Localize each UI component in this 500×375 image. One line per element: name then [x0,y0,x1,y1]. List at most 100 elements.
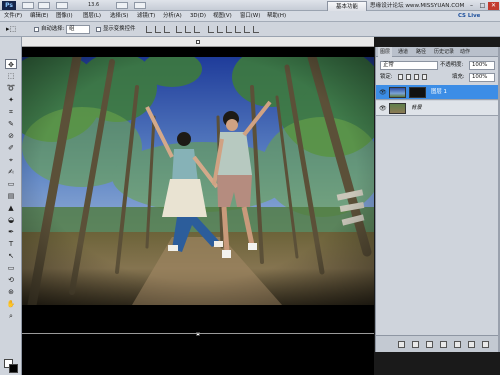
canvas-area[interactable] [22,47,374,375]
menu-view[interactable]: 视图(V) [213,11,232,22]
transform-handle-top[interactable] [196,40,200,44]
layers-panel-footer [376,335,499,352]
distribute-vcenter-icon[interactable] [217,26,223,33]
align-top-icon[interactable] [146,26,152,33]
align-vcenter-icon[interactable] [155,26,161,33]
auto-select-checkbox[interactable] [34,27,39,32]
menu-filter[interactable]: 滤镜(T) [137,11,155,22]
align-hcenter-icon[interactable] [185,26,191,33]
crop-tool-icon[interactable]: ⌗ [5,107,17,117]
fill-label: 填充: [452,74,465,80]
close-button[interactable]: ✕ [488,2,499,10]
layer-name[interactable]: 背景 [411,104,422,113]
3d-orbit-tool-icon[interactable]: ⊛ [5,287,17,297]
cs-live-button[interactable]: CS Live [458,11,480,22]
link-layers-icon[interactable] [398,341,405,348]
hand-tool-icon[interactable]: ✋ [5,299,17,309]
brush-tool-icon[interactable]: ✐ [5,143,17,153]
clone-stamp-tool-icon[interactable]: ⌖ [5,155,17,165]
3d-rotate-tool-icon[interactable]: ⟲ [5,275,17,285]
menu-analysis[interactable]: 分析(A) [163,11,182,22]
history-brush-tool-icon[interactable]: ✍ [5,167,17,177]
lock-position-icon[interactable] [414,74,419,80]
align-bottom-icon[interactable] [164,26,170,33]
delete-layer-icon[interactable] [482,341,489,348]
adjustment-layer-icon[interactable] [440,341,447,348]
distribute-top-icon[interactable] [208,26,214,33]
lock-label: 锁定: [380,74,393,80]
distribute-right-icon[interactable] [253,26,259,33]
type-tool-icon[interactable]: T [5,239,17,249]
menu-window[interactable]: 窗口(W) [240,11,260,22]
opacity-input[interactable]: 100% [469,61,495,70]
minimize-button[interactable]: – [466,2,477,10]
tab-layers[interactable]: 图层 [378,47,393,57]
lasso-tool-icon[interactable]: ➰ [5,83,17,93]
fill-input[interactable]: 100% [469,73,495,82]
tab-actions[interactable]: 动作 [458,47,472,57]
zoom-level[interactable]: 13.6 [88,1,99,10]
menu-help[interactable]: 帮助(H) [267,11,286,22]
healing-brush-tool-icon[interactable]: ⊘ [5,131,17,141]
visibility-eye-icon[interactable]: 👁 [379,105,387,112]
menu-file[interactable]: 文件(F) [4,11,22,22]
layer-row-layer1[interactable]: 👁 图层 1 [376,85,499,100]
distribute-left-icon[interactable] [235,26,241,33]
tab-paths[interactable]: 路径 [414,47,428,57]
show-transform-label: 显示变换控件 [103,26,136,32]
menu-select[interactable]: 选择(S) [110,11,128,22]
layer-thumbnail [389,87,406,98]
bridge-button[interactable] [22,2,34,9]
blend-mode-select[interactable]: 正常 [380,61,438,70]
panel-dock-empty [375,352,500,375]
lock-all-icon[interactable] [422,74,427,80]
menu-bar: 文件(F) 编辑(E) 图像(I) 图层(L) 选择(S) 滤镜(T) 分析(A… [0,11,500,22]
hand-tool-button[interactable] [116,2,128,9]
new-layer-icon[interactable] [468,341,475,348]
zoom-tool-icon[interactable]: ⌕ [5,311,17,321]
pen-tool-icon[interactable]: ✒ [5,227,17,237]
lock-transparent-icon[interactable] [398,74,403,80]
gradient-tool-icon[interactable]: ▤ [5,191,17,201]
layer-row-background[interactable]: 👁 背景 [376,101,499,116]
dodge-tool-icon[interactable]: ◒ [5,215,17,225]
layers-panel: 图层 通道 路径 历史记录 动作 正常 不透明度: 100% 锁定: 填充: 1… [375,47,499,352]
eraser-tool-icon[interactable]: ▭ [5,179,17,189]
transform-bounding-line [22,333,374,334]
options-bar: ▸⬚ 自动选择: 组 显示变换控件 [0,22,500,37]
extras-button[interactable] [56,2,68,9]
arrange-documents-button[interactable] [134,2,146,9]
quick-select-tool-icon[interactable]: ✦ [5,95,17,105]
blur-tool-icon[interactable]: ▲ [5,203,17,213]
show-transform-checkbox[interactable] [96,27,101,32]
menu-layer[interactable]: 图层(L) [83,11,101,22]
background-color-swatch[interactable] [9,364,18,373]
shape-tool-icon[interactable]: ▭ [5,263,17,273]
tab-channels[interactable]: 通道 [396,47,410,57]
visibility-eye-icon[interactable]: 👁 [379,89,387,96]
move-tool-preset-icon[interactable]: ▸⬚ [6,25,16,34]
path-select-tool-icon[interactable]: ↖ [5,251,17,261]
maximize-button[interactable]: □ [477,2,488,10]
align-right-icon[interactable] [194,26,200,33]
distribute-bottom-icon[interactable] [226,26,232,33]
menu-edit[interactable]: 编辑(E) [30,11,48,22]
marquee-tool-icon[interactable]: ⬚ [5,71,17,81]
menu-3d[interactable]: 3D(D) [190,11,206,22]
layer-style-icon[interactable] [412,341,419,348]
lock-pixels-icon[interactable] [406,74,411,80]
new-group-icon[interactable] [454,341,461,348]
panel-tab-strip: 图层 通道 路径 历史记录 动作 [376,47,499,57]
wedding-photo [22,57,374,305]
move-tool-icon[interactable]: ✥ [5,59,17,69]
layer-mask-thumbnail[interactable] [409,87,426,98]
add-mask-icon[interactable] [426,341,433,348]
tab-history[interactable]: 历史记录 [432,47,456,57]
layer-name[interactable]: 图层 1 [431,88,447,97]
align-left-icon[interactable] [176,26,182,33]
distribute-hcenter-icon[interactable] [244,26,250,33]
auto-select-dropdown[interactable]: 组 [66,25,90,34]
menu-image[interactable]: 图像(I) [56,11,73,22]
mini-bridge-button[interactable] [38,2,50,9]
eyedropper-tool-icon[interactable]: ✎ [5,119,17,129]
